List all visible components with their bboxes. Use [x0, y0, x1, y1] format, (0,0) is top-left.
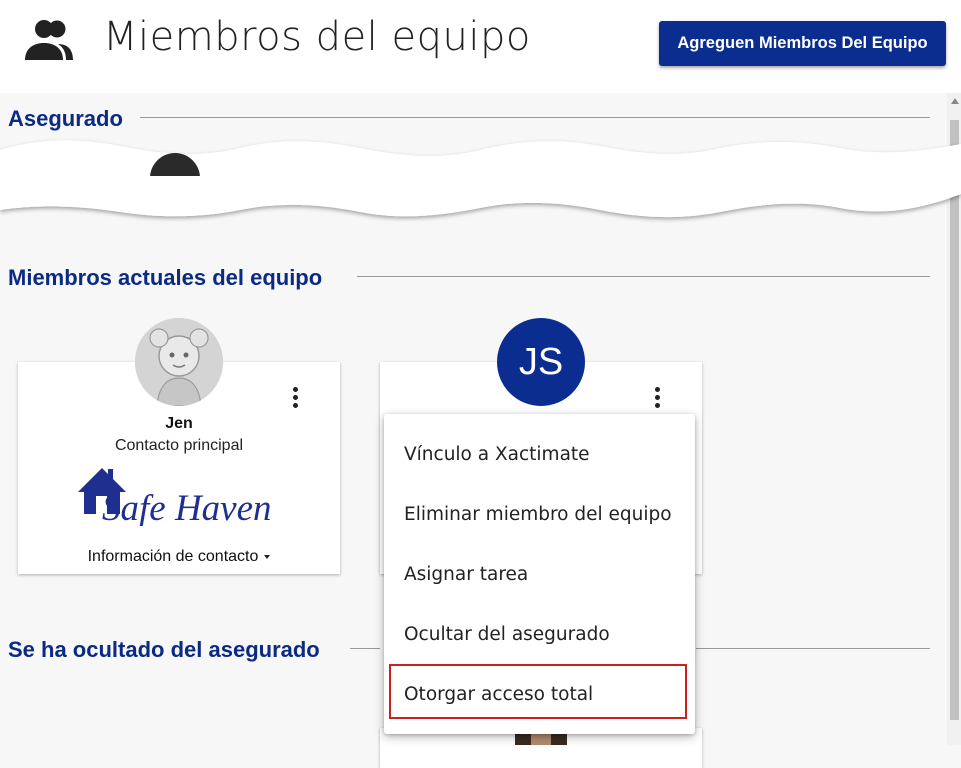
avatar [135, 318, 223, 406]
company-logo: Safe Haven [78, 468, 272, 526]
contact-info-label: Información de contacto [87, 548, 259, 565]
page-title: Miembros del equipo [103, 14, 531, 60]
caret-down-icon [264, 554, 271, 559]
section-title-current-team: Miembros actuales del equipo [8, 265, 323, 290]
menu-item-remove-member[interactable]: Eliminar miembro del equipo [404, 504, 672, 525]
section-divider [140, 117, 930, 118]
team-icon [25, 20, 73, 60]
menu-item-hide-from-insured[interactable]: Ocultar del asegurado [404, 624, 610, 645]
add-team-members-button[interactable]: Agreguen Miembros Del Equipo [659, 21, 946, 66]
avatar-initials: JS [497, 318, 585, 406]
menu-item-link-xactimate[interactable]: Vínculo a Xactimate [404, 444, 590, 465]
contact-info-dropdown[interactable]: Información de contacto [18, 548, 340, 566]
scroll-up-arrow-icon[interactable] [951, 98, 959, 104]
torn-page-break [0, 140, 961, 218]
section-divider [696, 648, 930, 649]
member-role: Contacto principal [114, 437, 244, 454]
menu-item-assign-task[interactable]: Asignar tarea [404, 564, 528, 585]
section-title-hidden: Se ha ocultado del asegurado [8, 637, 320, 662]
member-options-menu-button[interactable] [649, 385, 665, 411]
section-divider [357, 276, 930, 277]
section-divider [350, 648, 380, 649]
top-bar: Miembros del equipo Agreguen Miembros De… [0, 0, 961, 93]
member-options-menu-button[interactable] [287, 385, 303, 411]
logo-text: Safe Haven [102, 488, 272, 526]
highlight-box [389, 664, 687, 719]
member-name: Jen [165, 415, 193, 432]
